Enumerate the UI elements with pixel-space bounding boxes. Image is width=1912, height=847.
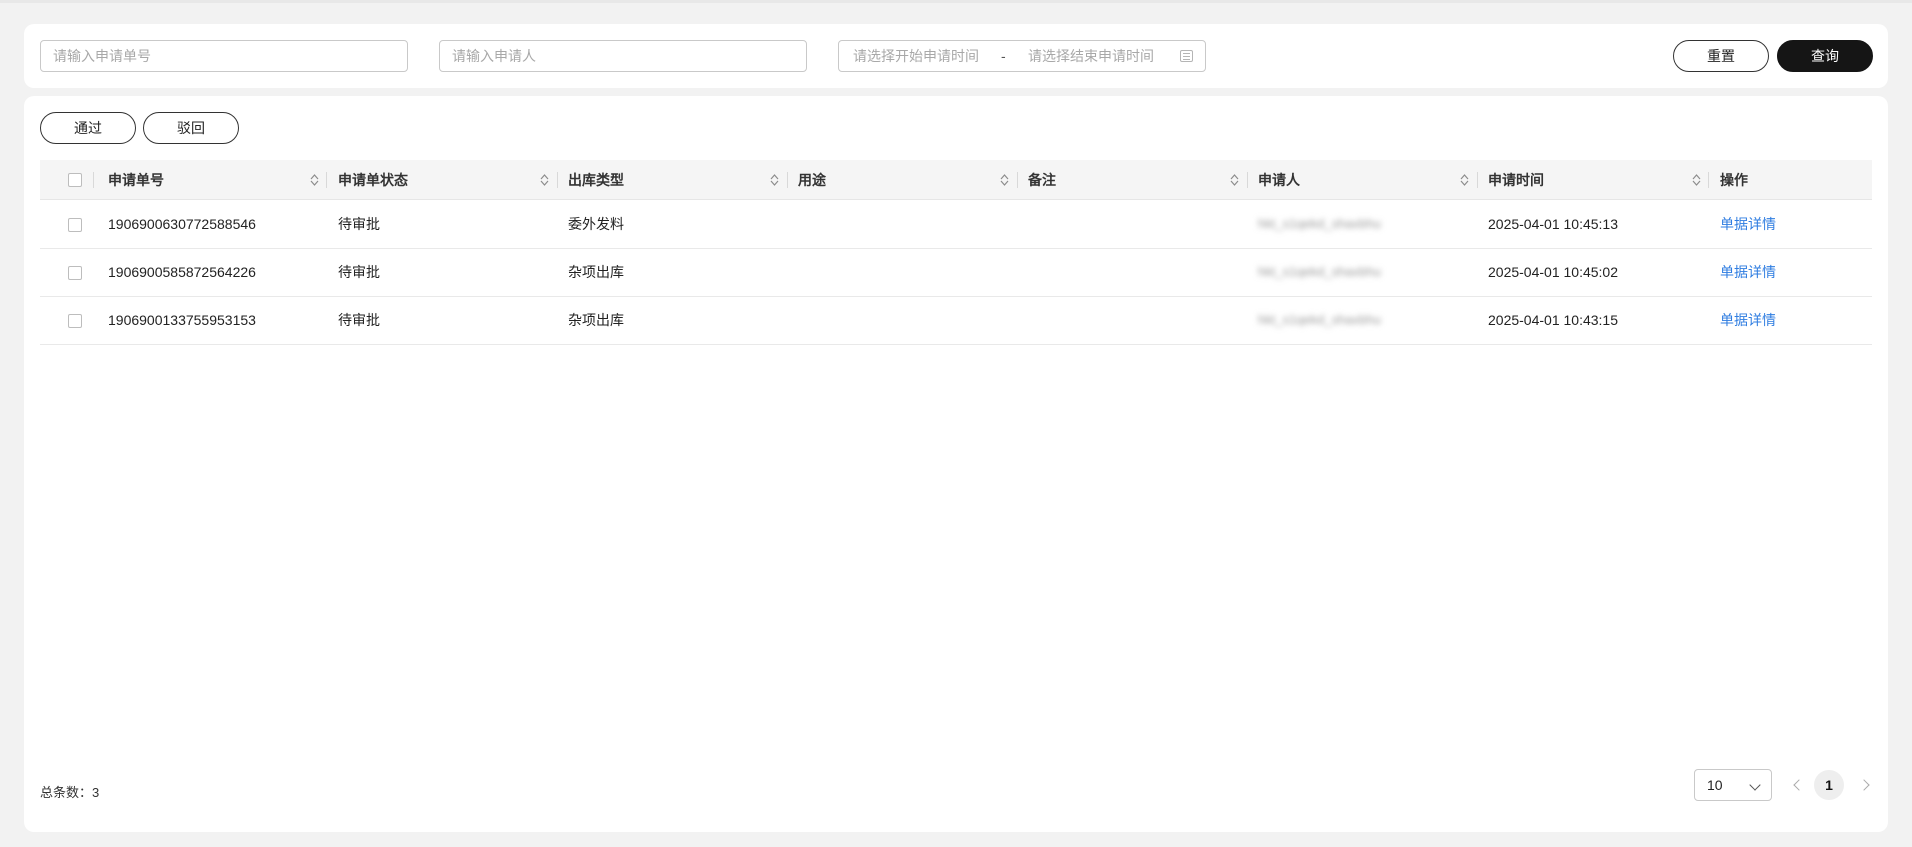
table-header: 申请单号 申请单状态 出库类型 用途 备注 申请人 申请时间 操作 <box>40 160 1872 200</box>
column-divider <box>1708 172 1709 188</box>
order-number-input[interactable]: 请输入申请单号 <box>40 40 408 72</box>
end-time-input[interactable]: 请选择结束申请时间 <box>1028 41 1154 71</box>
column-header-apply-time[interactable]: 申请时间 <box>1488 160 1544 200</box>
sort-icon[interactable] <box>1692 174 1701 186</box>
column-header-operation: 操作 <box>1720 172 1748 188</box>
sort-icon[interactable] <box>1230 174 1239 186</box>
column-divider <box>557 172 558 188</box>
order-number-cell: 1906900133755953153 <box>108 312 256 328</box>
start-time-input[interactable]: 请选择开始申请时间 <box>853 48 979 64</box>
column-divider <box>326 172 327 188</box>
filter-panel: 请输入申请单号 请输入申请人 请选择开始申请时间 - 请选择结束申请时间 重置 … <box>24 24 1888 88</box>
column-divider <box>1247 172 1248 188</box>
sort-icon[interactable] <box>540 174 549 186</box>
page-number-current[interactable]: 1 <box>1814 770 1844 800</box>
column-divider <box>93 172 94 188</box>
top-divider <box>0 0 1912 3</box>
table-row: 1906900630772588546 待审批 委外发料 hkt_s1qekd_… <box>40 201 1872 249</box>
column-divider <box>1477 172 1478 188</box>
calendar-icon[interactable] <box>1180 50 1193 62</box>
reset-button[interactable]: 重置 <box>1673 40 1769 72</box>
status-cell: 待审批 <box>338 312 380 328</box>
status-cell: 待审批 <box>338 216 380 232</box>
column-divider <box>1017 172 1018 188</box>
order-number-cell: 1906900585872564226 <box>108 264 256 280</box>
sort-icon[interactable] <box>770 174 779 186</box>
applicant-input[interactable]: 请输入申请人 <box>439 40 807 72</box>
row-checkbox[interactable] <box>68 266 82 280</box>
sort-icon[interactable] <box>1460 174 1469 186</box>
column-header-order-number[interactable]: 申请单号 <box>108 160 164 200</box>
column-header-outbound-type[interactable]: 出库类型 <box>568 160 624 200</box>
select-all-checkbox[interactable] <box>68 173 82 187</box>
chevron-down-icon <box>1749 779 1761 791</box>
approve-button[interactable]: 通过 <box>40 112 136 144</box>
order-number-cell: 1906900630772588546 <box>108 216 256 232</box>
detail-link[interactable]: 单据详情 <box>1720 297 1776 345</box>
column-divider <box>787 172 788 188</box>
outbound-type-cell: 委外发料 <box>568 216 624 232</box>
applicant-cell: hkt_s1qekd_shaxbhu <box>1258 264 1381 279</box>
reject-button[interactable]: 驳回 <box>143 112 239 144</box>
apply-time-cell: 2025-04-01 10:45:02 <box>1488 264 1618 280</box>
table-panel: 通过 驳回 申请单号 申请单状态 出库类型 用途 备注 申请人 申请时间 操作 … <box>24 96 1888 832</box>
apply-time-cell: 2025-04-01 10:45:13 <box>1488 216 1618 232</box>
status-cell: 待审批 <box>338 264 380 280</box>
detail-link[interactable]: 单据详情 <box>1720 201 1776 249</box>
detail-link[interactable]: 单据详情 <box>1720 249 1776 297</box>
page-size-value: 10 <box>1707 777 1723 793</box>
column-header-purpose[interactable]: 用途 <box>798 160 826 200</box>
prev-page-icon[interactable] <box>1793 779 1805 791</box>
column-header-remark[interactable]: 备注 <box>1028 160 1056 200</box>
column-header-status[interactable]: 申请单状态 <box>338 160 408 200</box>
row-checkbox[interactable] <box>68 314 82 328</box>
page: 请输入申请单号 请输入申请人 请选择开始申请时间 - 请选择结束申请时间 重置 … <box>0 0 1912 847</box>
page-size-select[interactable]: 10 <box>1694 769 1772 801</box>
query-button[interactable]: 查询 <box>1777 40 1873 72</box>
next-page-icon[interactable] <box>1858 779 1870 791</box>
applicant-cell: hkt_s1qekd_shaxbhu <box>1258 216 1381 231</box>
outbound-type-cell: 杂项出库 <box>568 264 624 280</box>
applicant-cell: hkt_s1qekd_shaxbhu <box>1258 312 1381 327</box>
total-count: 总条数：3 <box>40 785 100 800</box>
outbound-type-cell: 杂项出库 <box>568 312 624 328</box>
table-row: 1906900133755953153 待审批 杂项出库 hkt_s1qekd_… <box>40 297 1872 345</box>
apply-time-cell: 2025-04-01 10:43:15 <box>1488 312 1618 328</box>
column-header-applicant[interactable]: 申请人 <box>1258 160 1300 200</box>
table-row: 1906900585872564226 待审批 杂项出库 hkt_s1qekd_… <box>40 249 1872 297</box>
sort-icon[interactable] <box>1000 174 1009 186</box>
row-checkbox[interactable] <box>68 218 82 232</box>
range-separator: - <box>1001 48 1006 64</box>
sort-icon[interactable] <box>310 174 319 186</box>
date-range-picker[interactable]: 请选择开始申请时间 - 请选择结束申请时间 <box>838 40 1206 72</box>
